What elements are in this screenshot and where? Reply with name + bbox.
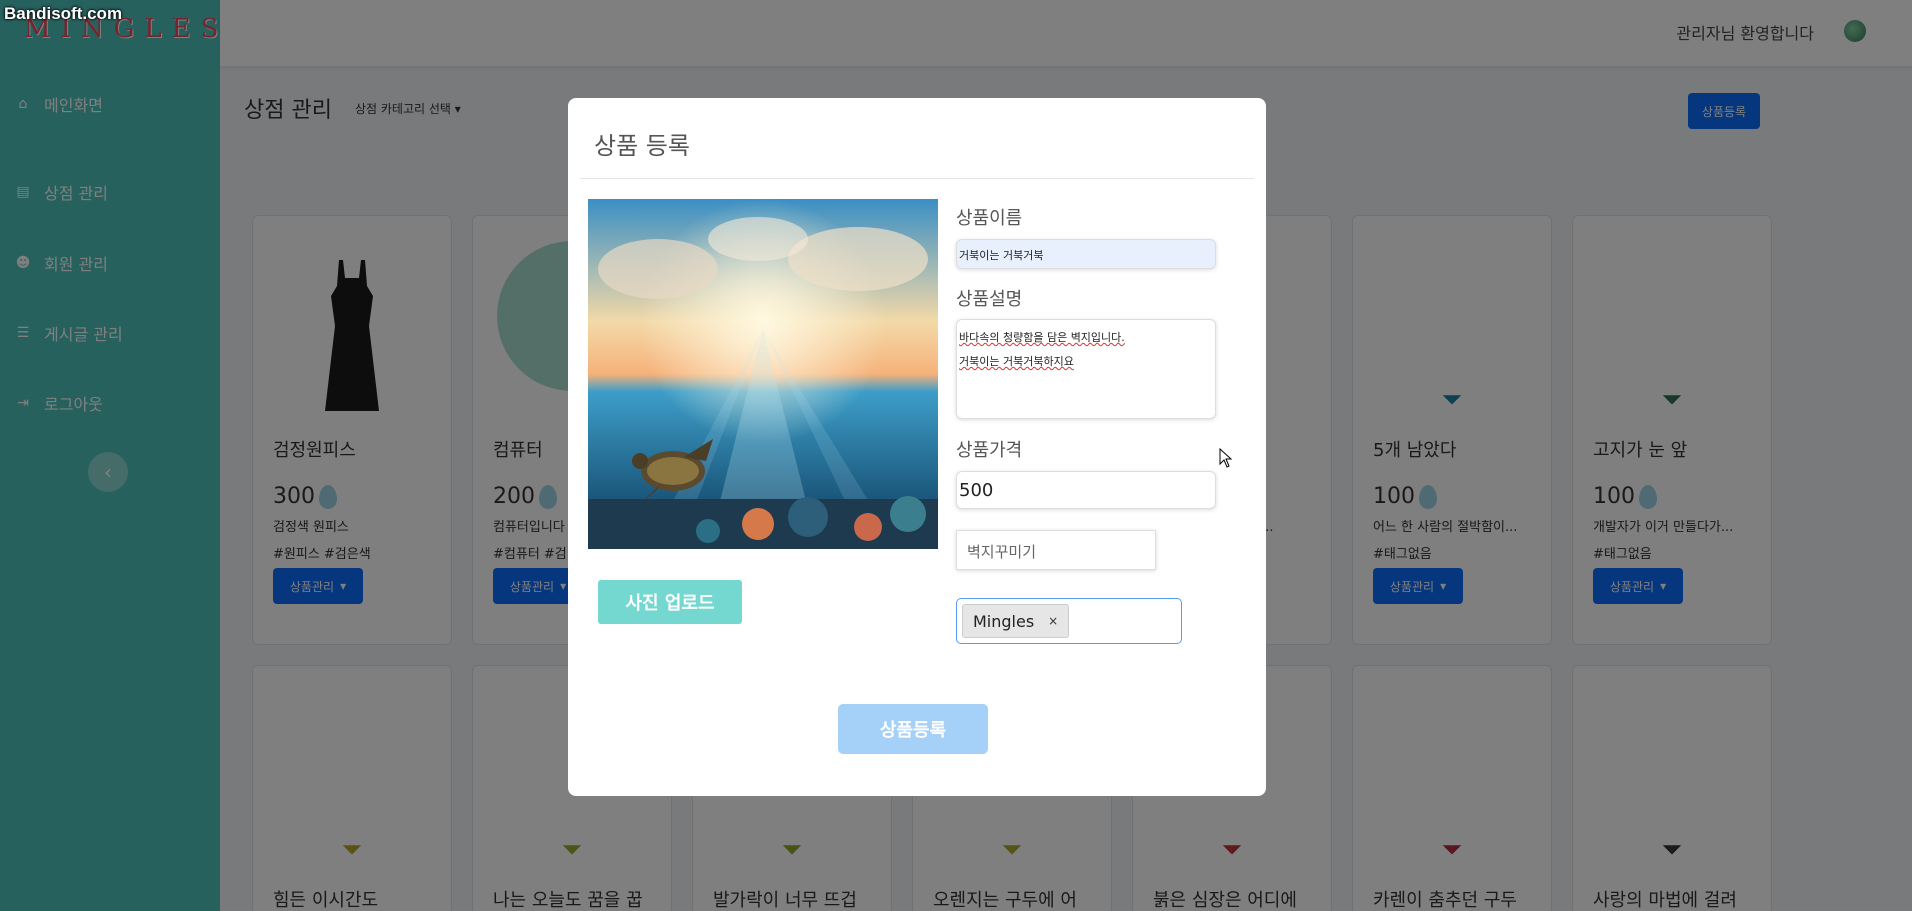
description-line: 바다속의 청량함을 담은 벽지입니다. [959,331,1125,344]
product-price-label: 상품가격 [956,440,1023,461]
description-line: 거북이는 거북거북하지요 [959,355,1074,368]
product-name-label: 상품이름 [956,208,1023,229]
product-description-textarea[interactable]: 바다속의 청량함을 담은 벽지입니다. 거북이는 거북거북하지요 [956,319,1216,419]
product-register-modal: 상품 등록 사진 업로드 상품이름 거북이는 거북거북 상품설명 바다속의 청량… [568,98,1266,796]
modal-title: 상품 등록 [594,132,690,160]
upload-photo-button[interactable]: 사진 업로드 [598,580,742,624]
mouse-cursor-icon [1219,448,1233,468]
modal-divider [580,178,1254,179]
sea-turtle-image [588,199,938,549]
product-price-input[interactable]: 500 [956,471,1216,509]
product-image-preview [588,199,938,549]
submit-product-button[interactable]: 상품등록 [838,704,988,754]
tag-chip: Mingles × [962,604,1070,638]
watermark-text: Bandisoft.com [4,4,123,23]
close-icon[interactable]: × [1048,614,1058,628]
product-description-label: 상품설명 [956,289,1023,310]
tag-input[interactable]: Mingles × [956,598,1182,644]
product-category-input[interactable]: 벽지꾸미기 [956,530,1156,570]
product-name-input[interactable]: 거북이는 거북거북 [956,239,1216,269]
